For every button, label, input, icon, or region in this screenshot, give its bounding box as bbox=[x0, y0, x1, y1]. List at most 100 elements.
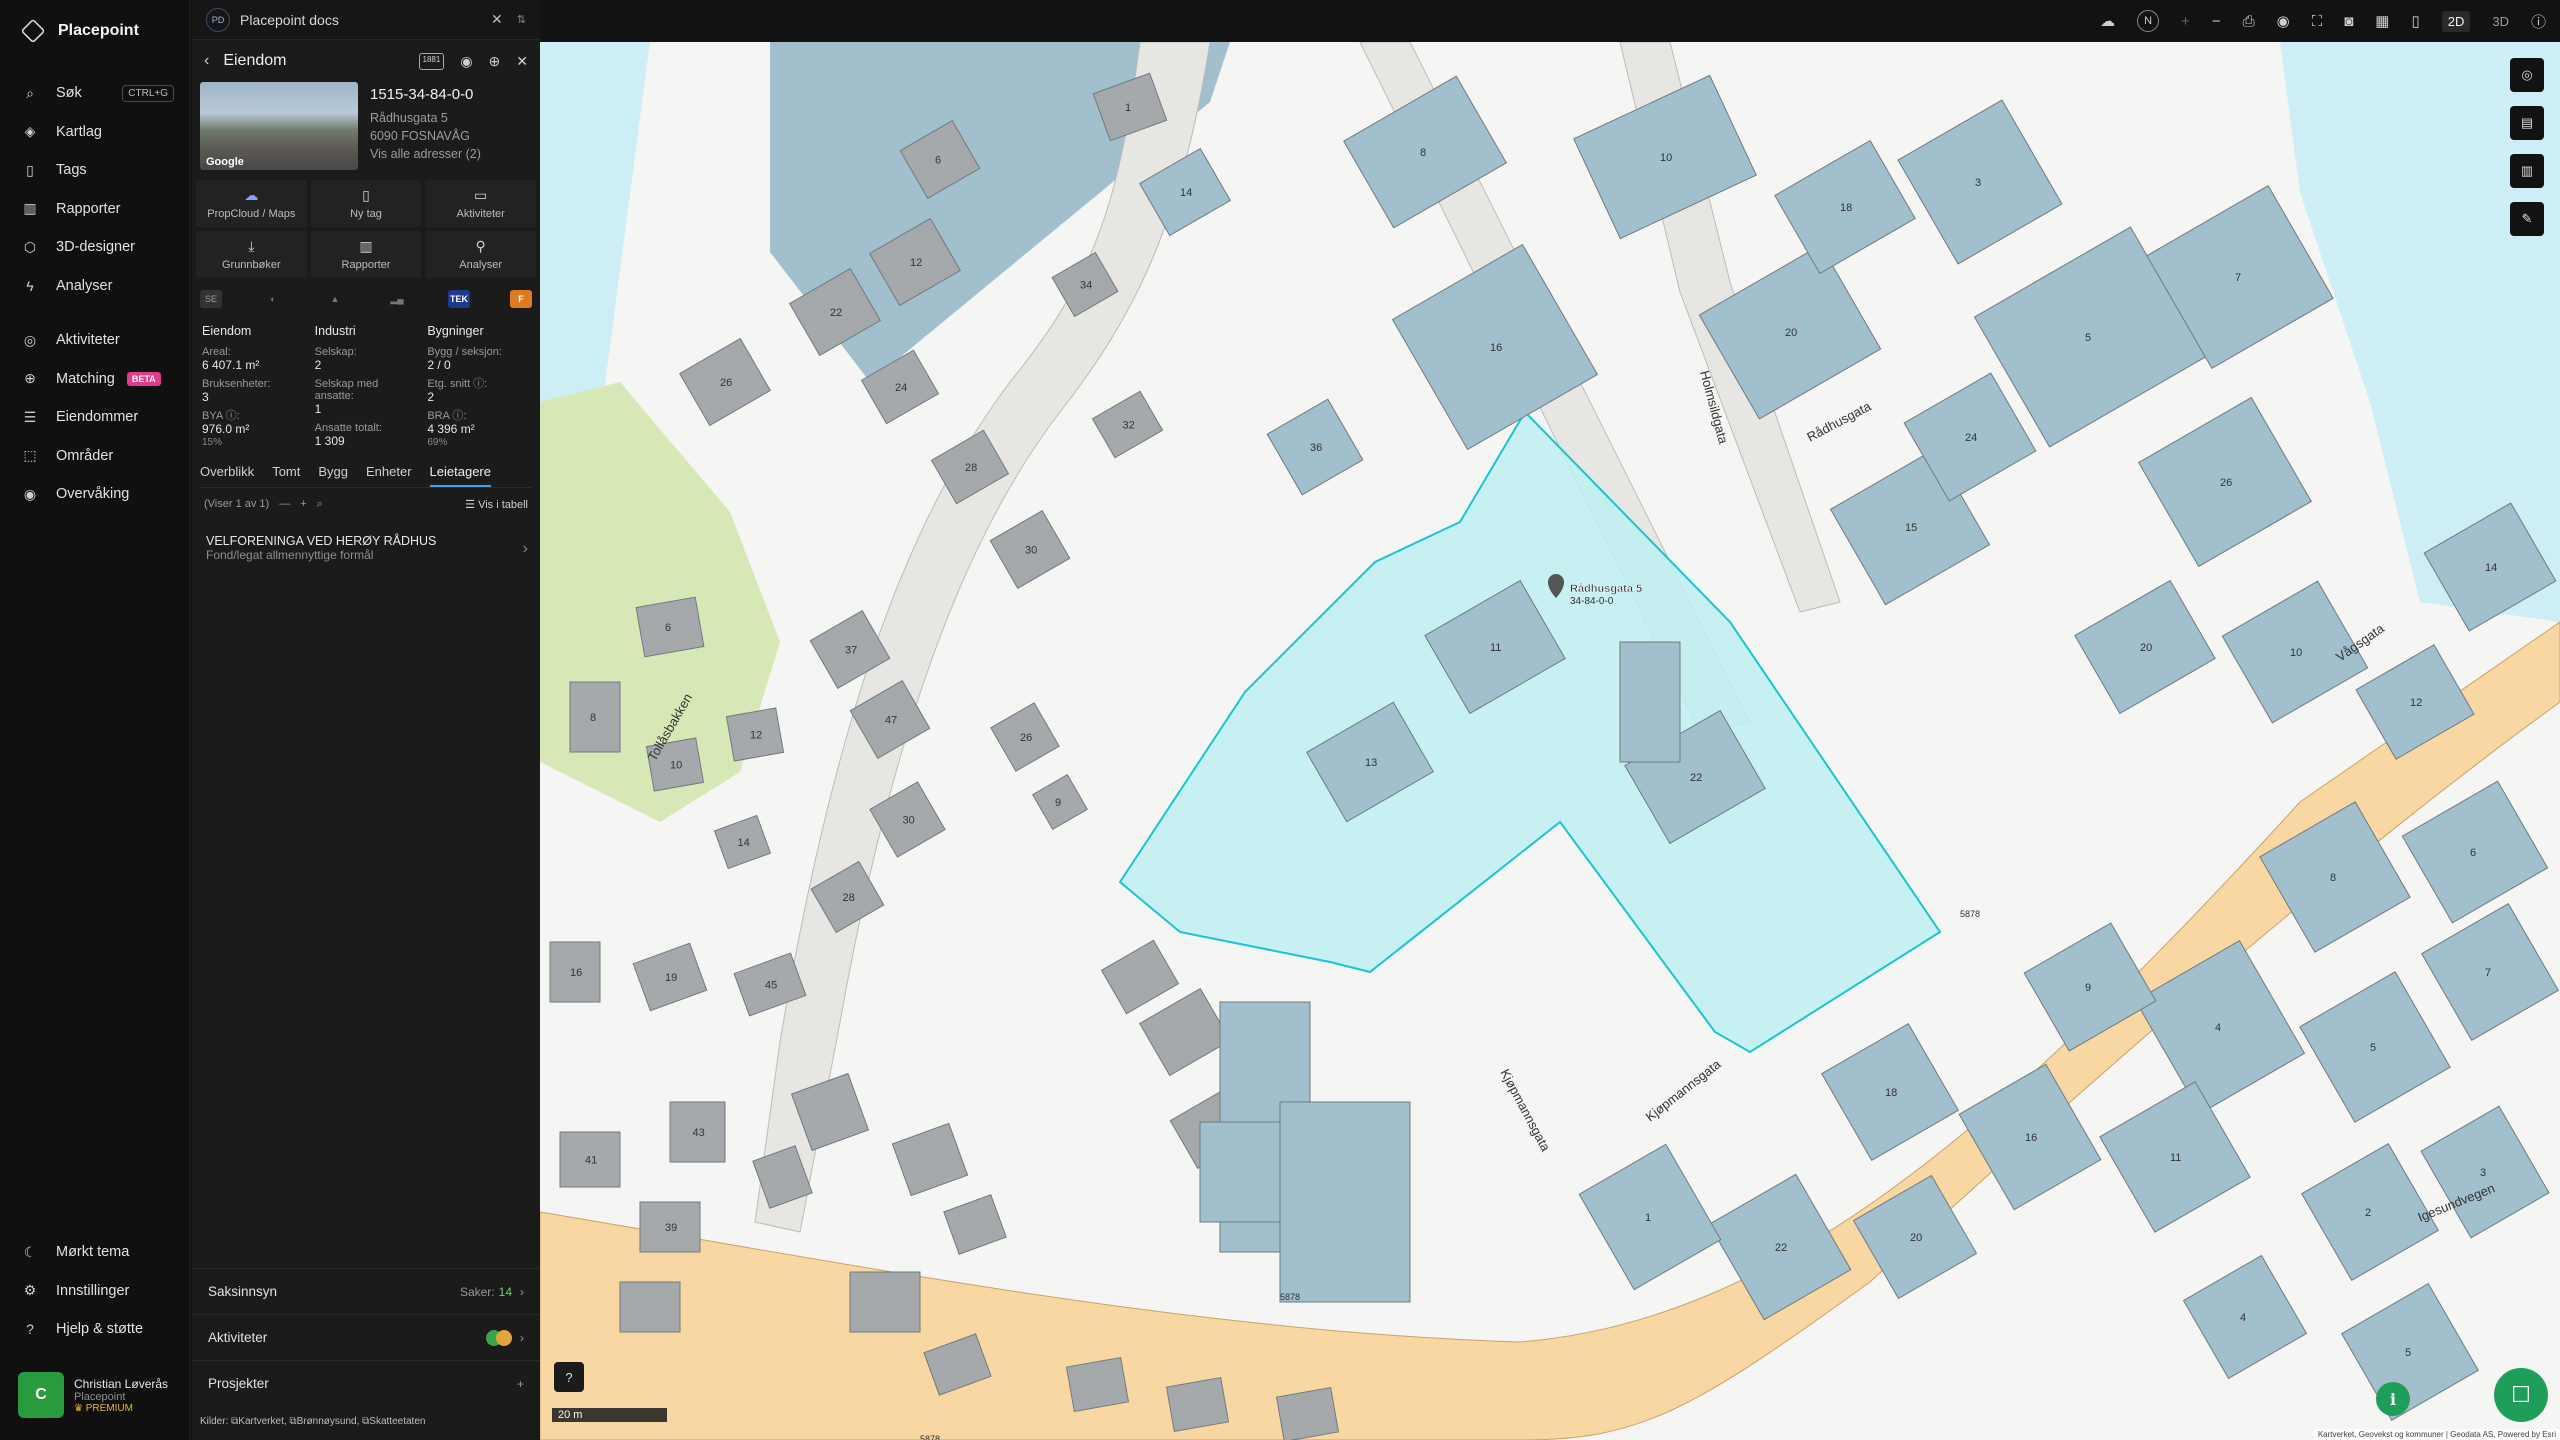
nav-item-rapporter[interactable]: ▥ Rapporter bbox=[0, 190, 190, 229]
new-tag-button[interactable]: ▯ Ny tag bbox=[310, 180, 422, 227]
map-help-button[interactable]: ? bbox=[554, 1362, 584, 1392]
house-number: 1 bbox=[1125, 102, 1131, 114]
all-addresses-link[interactable]: Vis alle adresser (2) bbox=[370, 145, 481, 163]
factory-source-icon[interactable]: ▲ bbox=[324, 290, 346, 308]
target-icon[interactable]: ⊕ bbox=[489, 53, 501, 70]
postal-city: 6090 FOSNAVÅG bbox=[370, 129, 470, 143]
nav-item-eiendommer[interactable]: ☰ Eiendommer bbox=[0, 398, 190, 437]
chevron-updown-icon[interactable]: ⇅ bbox=[517, 13, 526, 26]
mode-3d-button[interactable]: 3D bbox=[2492, 14, 2509, 29]
accordion-saksinnsyn[interactable]: Saksinnsyn Saker: 14 › bbox=[192, 1268, 540, 1314]
house-number: 26 bbox=[720, 377, 732, 389]
source-bronnoysund[interactable]: ⧉Brønnøysund, bbox=[289, 1416, 359, 1427]
fullscreen-icon[interactable]: ⛶ bbox=[2312, 13, 2323, 30]
measure-icon[interactable]: ▤ bbox=[2510, 106, 2544, 140]
tag-1881-button[interactable]: 1881 bbox=[418, 52, 445, 70]
street-view-photo[interactable]: Google bbox=[200, 82, 358, 170]
analyse-button[interactable]: ⚲ Analyser bbox=[425, 231, 536, 278]
nav-item-matching[interactable]: ⊕ Matching BETA bbox=[0, 360, 190, 399]
map-svg[interactable]: TollåsbakkenRådhusgataHolmsildgataKjøpma… bbox=[540, 42, 2560, 1440]
eye-icon[interactable]: ◉ bbox=[460, 53, 472, 70]
nav-item-analyser[interactable]: ϟ Analyser bbox=[0, 267, 190, 306]
print-icon[interactable]: ⎙ bbox=[2243, 13, 2255, 30]
help-icon: ? bbox=[26, 1321, 34, 1338]
tab-bygg[interactable]: Bygg bbox=[318, 464, 348, 479]
panel-title: Eiendom bbox=[223, 52, 287, 69]
stats-icon[interactable]: ▥ bbox=[2510, 154, 2544, 188]
result-count: (Viser 1 av 1) bbox=[204, 498, 270, 510]
nav-item-settings[interactable]: ⚙ Innstillinger bbox=[0, 1272, 190, 1311]
close-panel-icon[interactable]: ✕ bbox=[516, 53, 528, 70]
info-icon[interactable]: ⓘ bbox=[2531, 11, 2546, 32]
house-number: 8 bbox=[1420, 147, 1426, 159]
house-number: 39 bbox=[665, 1222, 677, 1234]
tab-tomt[interactable]: Tomt bbox=[272, 464, 300, 479]
nav-item-omrader[interactable]: ⬚ Områder bbox=[0, 437, 190, 476]
tab-enheter[interactable]: Enheter bbox=[366, 464, 412, 479]
building bbox=[1100, 939, 1180, 1015]
nav-item-3d-designer[interactable]: ⬡ 3D-designer bbox=[0, 228, 190, 267]
search-icon[interactable]: ⌕ bbox=[317, 498, 323, 511]
reports-button[interactable]: ▥ Rapporter bbox=[310, 231, 422, 278]
plus-icon[interactable]: + bbox=[300, 498, 306, 510]
minus-icon[interactable]: — bbox=[279, 498, 290, 510]
brand[interactable]: Placepoint bbox=[20, 18, 139, 44]
info-button[interactable]: i bbox=[2376, 1382, 2410, 1416]
tek-source-icon[interactable]: TEK bbox=[448, 290, 470, 308]
source-skatteetaten[interactable]: ⧉Skatteetaten bbox=[362, 1416, 425, 1427]
grid-icon[interactable]: ▦ bbox=[2375, 12, 2389, 30]
avatar: C bbox=[18, 1372, 64, 1418]
bookmark-icon[interactable]: ▯ bbox=[2411, 12, 2419, 30]
nav-item-aktiviteter[interactable]: ◎ Aktiviteter bbox=[0, 321, 190, 360]
selected-property-parcel[interactable] bbox=[1118, 410, 1942, 1054]
locate-icon[interactable]: ◎ bbox=[2510, 58, 2544, 92]
marker-label-address: Rådhusgata 5 bbox=[1570, 583, 1642, 595]
show-in-table-button[interactable]: ☰ Vis i tabell bbox=[465, 498, 528, 511]
close-icon[interactable]: ✕ bbox=[491, 11, 503, 28]
map-side-buttons: ◎ ▤ ▥ ✎ bbox=[2510, 58, 2544, 236]
action-label: Aktiviteter bbox=[456, 208, 505, 220]
bars-source-icon[interactable]: ▂▄ bbox=[386, 290, 408, 308]
tab-title[interactable]: Placepoint docs bbox=[240, 12, 339, 28]
nav-item-label: Mørkt tema bbox=[56, 1244, 130, 1261]
tab-leietagere[interactable]: Leietagere bbox=[429, 464, 491, 487]
camera-icon[interactable]: ◙ bbox=[2344, 13, 2353, 30]
nav-item-help[interactable]: ? Hjelp & støtte bbox=[0, 1310, 190, 1349]
property-address: 1515-34-84-0-0 Rådhusgata 5 6090 FOSNAVÅ… bbox=[370, 82, 481, 172]
nav-item-overvaking[interactable]: ◉ Overvåking bbox=[0, 475, 190, 514]
map-canvas[interactable]: Tollåsbakken Rådhusgata Holmsildgata Kjøpma… bbox=[540, 42, 2560, 1440]
tab-overblikk[interactable]: Overblikk bbox=[200, 464, 254, 479]
se-source-icon[interactable]: SE bbox=[200, 290, 222, 308]
nav-item-kartlag[interactable]: ◈ Kartlag bbox=[0, 113, 190, 152]
cloud-layer-icon[interactable]: ☁ bbox=[2100, 12, 2115, 30]
globe-source-icon[interactable]: ◐ bbox=[262, 290, 284, 308]
show-in-table-label: Vis i tabell bbox=[478, 498, 528, 511]
nav-item-tags[interactable]: ▯ Tags bbox=[0, 151, 190, 190]
propcloud-button[interactable]: ☁ PropCloud / Maps bbox=[196, 180, 307, 227]
source-kartverket[interactable]: ⧉Kartverket, bbox=[231, 1416, 287, 1427]
nav-item-search[interactable]: ⌕ Søk CTRL+G bbox=[0, 74, 190, 113]
zoom-in-icon[interactable]: + bbox=[2181, 13, 2190, 30]
accordion-prosjekter[interactable]: Prosjekter + bbox=[192, 1360, 540, 1406]
north-compass-icon[interactable]: N bbox=[2137, 10, 2160, 32]
data-source-icons: SE ◐ ▲ ▂▄ TEK F bbox=[200, 288, 532, 310]
back-icon[interactable]: ‹ bbox=[204, 52, 209, 70]
tenant-row[interactable]: VELFORENINGA VED HERØY RÅDHUS Fond/legat… bbox=[206, 534, 528, 562]
grunnboker-button[interactable]: ⤓ Grunnbøker bbox=[196, 231, 307, 278]
accordion-aktiviteter[interactable]: Aktiviteter › bbox=[192, 1314, 540, 1360]
draw-icon[interactable]: ✎ bbox=[2510, 202, 2544, 236]
user-card[interactable]: C Christian Løverås Placepoint ♛ PREMIUM bbox=[18, 1370, 178, 1420]
nav-item-label: Aktiviteter bbox=[56, 332, 120, 349]
mode-2d-button[interactable]: 2D bbox=[2441, 10, 2471, 32]
f-source-icon[interactable]: F bbox=[510, 290, 532, 308]
action-grid: ☁ PropCloud / Maps ▯ Ny tag ▭ Aktiviteter ⤓… bbox=[196, 180, 536, 278]
chat-button[interactable]: ☐ bbox=[2494, 1368, 2548, 1422]
house-number: 18 bbox=[1885, 1087, 1897, 1099]
zoom-out-icon[interactable]: − bbox=[2212, 13, 2221, 30]
nav-item-dark-theme[interactable]: ☾ Mørkt tema bbox=[0, 1233, 190, 1272]
nav-separator bbox=[0, 305, 190, 321]
activities-button[interactable]: ▭ Aktiviteter bbox=[425, 180, 536, 227]
action-label: PropCloud / Maps bbox=[207, 208, 296, 220]
eye-icon[interactable]: ◉ bbox=[2277, 12, 2290, 30]
user-info: Christian Løverås Placepoint ♛ PREMIUM bbox=[74, 1377, 168, 1414]
